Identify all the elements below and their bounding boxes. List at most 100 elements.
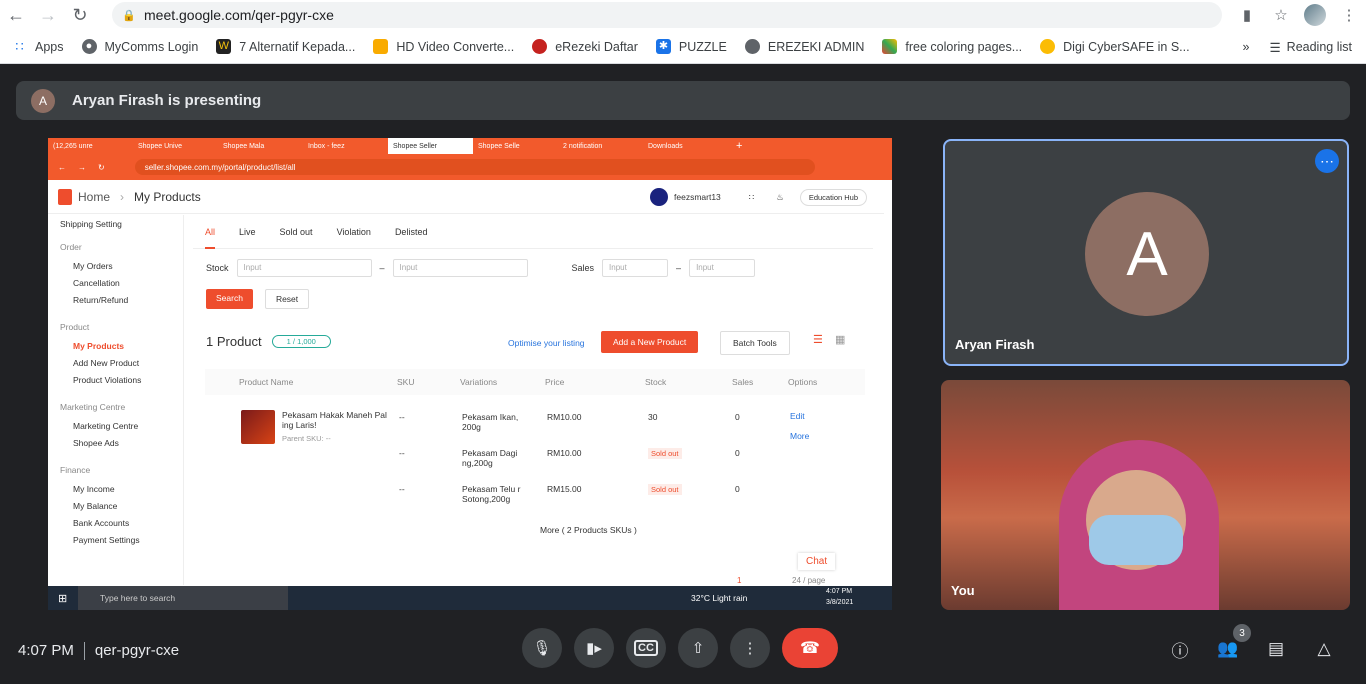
sidebar-item: Cancellation (73, 278, 120, 288)
sidebar-item: Bank Accounts (73, 518, 130, 528)
taskbar-search: Type here to search (78, 586, 288, 610)
col-variations: Variations (460, 377, 498, 387)
shopee-sidebar: Shipping Setting Order My Orders Cancell… (48, 215, 184, 585)
bookmark-hd-video[interactable]: HD Video Converte... (373, 39, 514, 54)
bookmark-coloring[interactable]: free coloring pages... (882, 39, 1022, 54)
filter-tab-live: Live (239, 226, 256, 237)
chat-button[interactable]: ▤ (1263, 636, 1289, 662)
per-page-select: 24 / page (792, 576, 826, 585)
shop-avatar (650, 188, 668, 206)
shared-tab: Downloads (648, 142, 683, 150)
table-header: Product Name SKU Variations Price Stock … (205, 369, 865, 395)
shopee-main: All Live Sold out Violation Delisted Sto… (193, 215, 873, 585)
sidebar-item: Shipping Setting (60, 219, 122, 229)
new-tab-icon: + (736, 140, 743, 152)
sold-out-badge: Sold out (648, 448, 682, 459)
crayon-icon (882, 39, 898, 54)
row-variation: Pekasam Dagi ng,200g (462, 448, 518, 468)
windows-taskbar: ⊞ Type here to search 32°C Light rain 4:… (48, 586, 892, 610)
sidebar-item: My Balance (73, 501, 118, 511)
meeting-code: qer-pgyr-cxe (94, 642, 180, 659)
meeting-controls: 4:07 PM qer-pgyr-cxe 🎙 ▮▸ CC ⇧ ⋮ ☎ ⓘ 👥 3 ▤… (0, 622, 1366, 684)
quota-badge: 1 / 1,000 (271, 335, 331, 348)
stock-min-input: Input (236, 259, 372, 277)
more-bookmarks-icon[interactable]: » (1243, 40, 1250, 54)
captions-button[interactable]: CC (626, 628, 666, 668)
col-options: Options (788, 377, 818, 387)
meeting-info: 4:07 PM qer-pgyr-cxe (18, 642, 180, 661)
page-number: 1 (737, 576, 742, 585)
participant-tile-aryan[interactable]: ⋯ A Aryan Firash (943, 139, 1349, 366)
address-bar[interactable]: 🔒 meet.google.com/qer-pgyr-cxe (112, 2, 1222, 28)
sidebar-item: Product Violations (73, 375, 142, 385)
divider (83, 642, 85, 661)
globe-icon (744, 39, 760, 54)
bookmark-apps[interactable]: ∷ Apps (12, 39, 63, 54)
sales-max-input: Input (689, 259, 756, 277)
bookmark-digi[interactable]: Digi CyberSAFE in S... (1040, 39, 1190, 54)
camera-button[interactable]: ▮▸ (574, 628, 614, 668)
breadcrumb-home: Home (78, 189, 111, 204)
kebab-menu-icon[interactable]: ⋮ (1332, 6, 1366, 24)
profile-avatar[interactable] (1298, 4, 1332, 26)
reset-button: Reset (264, 289, 310, 309)
stock-max-input: Input (392, 259, 528, 277)
reading-list-icon[interactable]: ☰ (1269, 40, 1280, 55)
username: feezsmart13 (674, 192, 721, 202)
shared-tab: Shopee Mala (223, 142, 265, 150)
product-name: Pekasam Hakak Maneh Pal ing Laris! (282, 410, 387, 430)
end-call-button[interactable]: ☎ (782, 628, 838, 668)
mic-icon: 🎙 (532, 640, 552, 657)
bell-icon: ♨ (776, 191, 784, 202)
people-button[interactable]: 👥 3 (1215, 624, 1251, 662)
row-sku: -- (399, 484, 405, 494)
camera-icon[interactable]: ▮ (1230, 6, 1264, 24)
shopee-header: Home › My Products feezsmart13 ∷ ♨ Educa… (48, 180, 884, 214)
product-count: 1 Product (206, 334, 262, 349)
sidebar-item: Add New Product (73, 358, 140, 368)
filter-tab-sold-out: Sold out (279, 226, 313, 237)
activities-button[interactable]: △ (1311, 636, 1337, 662)
bookmark-erezeki-admin[interactable]: EREZEKI ADMIN (744, 39, 864, 54)
range-dash: – (676, 263, 682, 273)
more-options-button[interactable]: ⋮ (730, 628, 770, 668)
shared-tab-strip: (12,265 unre Shopee Unive Shopee Mala In… (48, 138, 892, 154)
sidebar-header: Finance (60, 465, 91, 475)
back-icon[interactable]: ← (0, 0, 32, 30)
col-product-name: Product Name (239, 377, 294, 387)
bookmark-puzzle[interactable]: ✱ PUZZLE (655, 39, 727, 54)
forward-icon[interactable]: → (32, 0, 64, 30)
row-sales: 0 (735, 412, 740, 422)
bookmark-mycomms[interactable]: ● MyComms Login (81, 39, 198, 54)
video-camera-icon: ▮▸ (586, 640, 602, 657)
reload-icon[interactable]: ↻ (64, 0, 96, 30)
product-thumbnail (241, 410, 275, 444)
weather-text: 32°C Light rain (691, 593, 748, 603)
bookmark-erezeki-daftar[interactable]: eRezeki Daftar (532, 39, 638, 54)
reading-list[interactable]: Reading list (1287, 40, 1352, 54)
participant-avatar: A (1085, 192, 1209, 316)
bookmark-alternatif[interactable]: W7 Alternatif Kepada... (216, 39, 355, 54)
sidebar-group-marketing: Marketing Centre Marketing Centre Shopee… (48, 402, 183, 452)
star-icon[interactable]: ☆ (1264, 6, 1298, 24)
shared-tab: Shopee Selle (478, 142, 520, 150)
present-button[interactable]: ⇧ (678, 628, 718, 668)
add-new-product-button: Add a New Product (601, 331, 699, 353)
participant-name: You (951, 583, 975, 598)
list-view-icon: ☰ (813, 334, 823, 346)
filter-tab-all: All (205, 227, 216, 249)
more-link: More (790, 431, 810, 441)
participant-tile-you[interactable]: You (941, 380, 1350, 610)
shared-reload-icon: ↻ (98, 162, 105, 172)
apps-grid-icon: ∷ (15, 39, 24, 54)
mic-button[interactable]: 🎙 (522, 628, 562, 668)
chat-button: Chat (798, 553, 836, 570)
participant-name: Aryan Firash (955, 337, 1035, 352)
windows-start-icon: ⊞ (58, 592, 68, 605)
meeting-details-button[interactable]: ⓘ (1167, 636, 1193, 662)
participants-badge: 3 (1233, 624, 1251, 642)
more-options-icon[interactable]: ⋯ (1315, 149, 1339, 173)
sidebar-item: My Orders (73, 261, 113, 271)
puzzle-icon: ✱ (655, 39, 671, 54)
breadcrumb-page: My Products (134, 189, 201, 204)
